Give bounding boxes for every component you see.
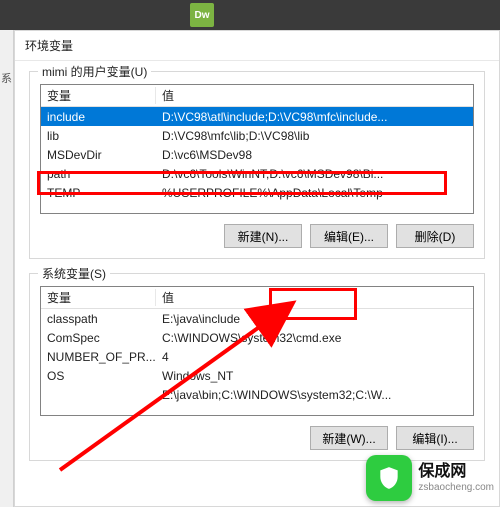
table-row[interactable]: include D:\VC98\atl\include;D:\VC98\mfc\…: [41, 107, 473, 126]
row-val: %USERPROFILE%\AppData\Local\Temp: [156, 186, 473, 200]
system-vars-group: 系统变量(S) 变量 值 classpath E:\java\include C…: [29, 273, 485, 461]
row-val: D:\vc6\MSDev98: [156, 148, 473, 162]
table-row[interactable]: path D:\vc6\Tools\WinNT;D:\vc6\MSDev98\B…: [41, 164, 473, 183]
env-vars-dialog: 环境变量 mimi 的用户变量(U) 变量 值 include D:\VC98\…: [14, 30, 500, 507]
watermark: 保成网 zsbaocheng.com: [366, 455, 494, 501]
row-val: C:\WINDOWS\system32\cmd.exe: [156, 331, 473, 345]
table-row[interactable]: NUMBER_OF_PR... 4: [41, 347, 473, 366]
table-row[interactable]: ComSpec C:\WINDOWS\system32\cmd.exe: [41, 328, 473, 347]
system-btns: 新建(W)... 编辑(I)...: [40, 426, 474, 450]
row-var: lib: [41, 129, 156, 143]
list-header: 变量 值: [41, 85, 473, 107]
table-row[interactable]: E:\java\bin;C:\WINDOWS\system32;C:\W...: [41, 385, 473, 404]
user-rows: include D:\VC98\atl\include;D:\VC98\mfc\…: [41, 107, 473, 213]
dialog-body: mimi 的用户变量(U) 变量 值 include D:\VC98\atl\i…: [15, 61, 499, 481]
row-val: 4: [156, 350, 473, 364]
watermark-sub: zsbaocheng.com: [418, 482, 494, 494]
user-btns: 新建(N)... 编辑(E)... 删除(D): [40, 224, 474, 248]
system-vars-title: 系统变量(S): [38, 265, 110, 282]
table-row[interactable]: TEMP %USERPROFILE%\AppData\Local\Temp: [41, 183, 473, 202]
row-var: path: [41, 167, 156, 181]
user-vars-title: mimi 的用户变量(U): [38, 63, 151, 80]
list-header: 变量 值: [41, 287, 473, 309]
row-val: D:\VC98\atl\include;D:\VC98\mfc\include.…: [156, 110, 473, 124]
row-var: include: [41, 110, 156, 124]
watermark-text: 保成网 zsbaocheng.com: [418, 462, 494, 493]
app-topbar: Dw: [0, 0, 500, 30]
dreamweaver-icon: Dw: [190, 3, 214, 27]
user-vars-list[interactable]: 变量 值 include D:\VC98\atl\include;D:\VC98…: [40, 84, 474, 214]
table-row[interactable]: OS Windows_NT: [41, 366, 473, 385]
row-var: OS: [41, 369, 156, 383]
edit-system-var-button[interactable]: 编辑(I)...: [396, 426, 474, 450]
watermark-shield-icon: [366, 455, 412, 501]
delete-user-var-button[interactable]: 删除(D): [396, 224, 474, 248]
new-system-var-button[interactable]: 新建(W)...: [310, 426, 388, 450]
header-value: 值: [156, 87, 473, 104]
row-var: ComSpec: [41, 331, 156, 345]
table-row[interactable]: MSDevDir D:\vc6\MSDev98: [41, 145, 473, 164]
row-var: MSDevDir: [41, 148, 156, 162]
header-value: 值: [156, 289, 473, 306]
row-val: D:\VC98\mfc\lib;D:\VC98\lib: [156, 129, 473, 143]
row-val: E:\java\bin;C:\WINDOWS\system32;C:\W...: [156, 388, 473, 402]
table-row[interactable]: lib D:\VC98\mfc\lib;D:\VC98\lib: [41, 126, 473, 145]
row-var: classpath: [41, 312, 156, 326]
row-var: TEMP: [41, 186, 156, 200]
header-variable: 变量: [41, 289, 156, 306]
watermark-title: 保成网: [418, 462, 494, 481]
user-vars-group: mimi 的用户变量(U) 变量 值 include D:\VC98\atl\i…: [29, 71, 485, 259]
dialog-title: 环境变量: [15, 31, 499, 61]
sidebar-stub: 系: [0, 30, 14, 507]
system-vars-list[interactable]: 变量 值 classpath E:\java\include ComSpec C…: [40, 286, 474, 416]
row-val: E:\java\include: [156, 312, 473, 326]
row-val: D:\vc6\Tools\WinNT;D:\vc6\MSDev98\Bi...: [156, 167, 473, 181]
row-val: Windows_NT: [156, 369, 473, 383]
row-var: NUMBER_OF_PR...: [41, 350, 156, 364]
new-user-var-button[interactable]: 新建(N)...: [224, 224, 302, 248]
header-variable: 变量: [41, 87, 156, 104]
edit-user-var-button[interactable]: 编辑(E)...: [310, 224, 388, 248]
table-row[interactable]: classpath E:\java\include: [41, 309, 473, 328]
system-rows: classpath E:\java\include ComSpec C:\WIN…: [41, 309, 473, 415]
